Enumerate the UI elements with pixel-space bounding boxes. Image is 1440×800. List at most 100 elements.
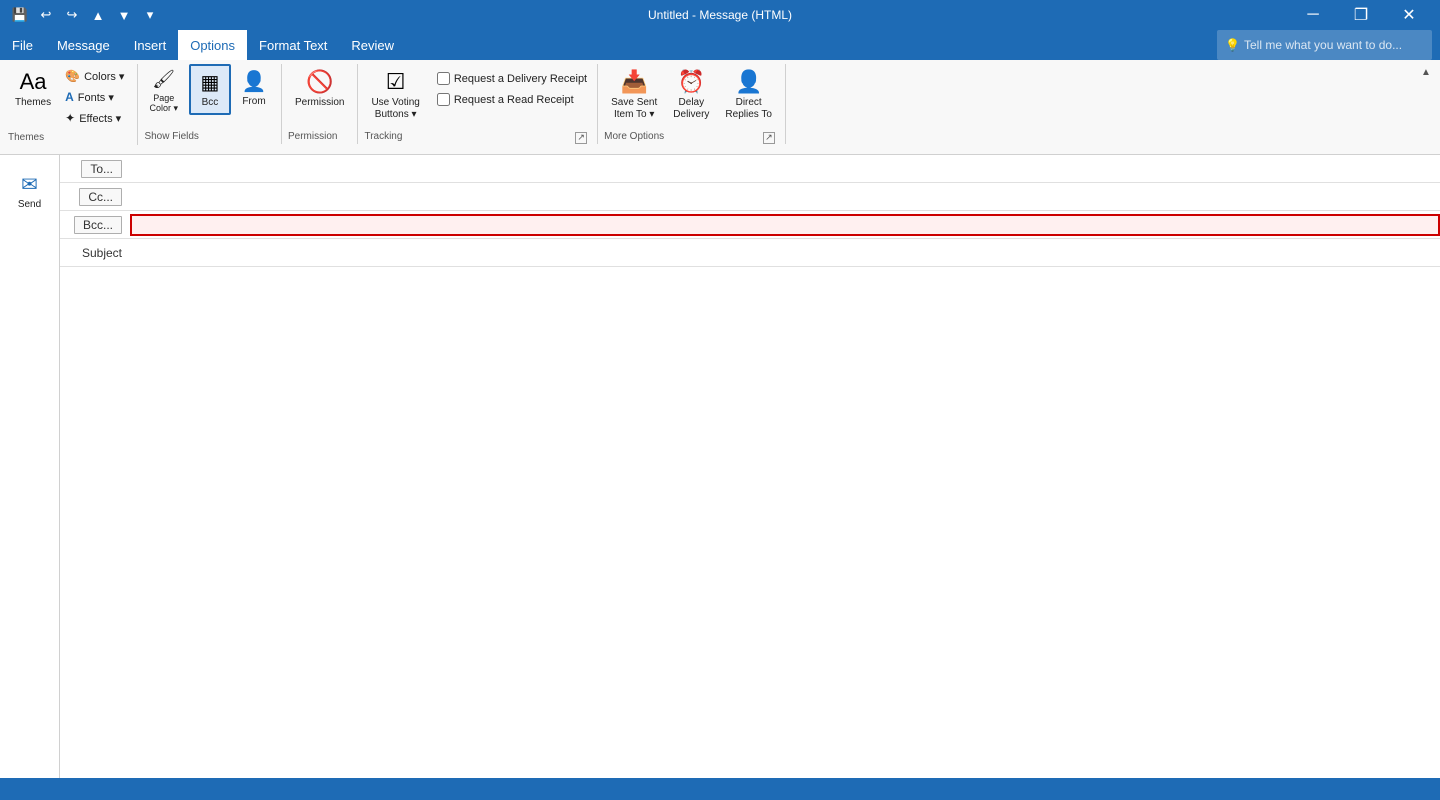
read-receipt-row[interactable]: Request a Read Receipt xyxy=(433,91,591,108)
voting-label: Use VotingButtons ▾ xyxy=(371,97,419,121)
delivery-receipt-row[interactable]: Request a Delivery Receipt xyxy=(433,70,591,87)
window-controls: ─ ❐ ✕ xyxy=(1290,0,1432,30)
direct-replies-label: DirectReplies To xyxy=(725,97,772,121)
permission-button[interactable]: 🚫 Permission xyxy=(288,64,351,114)
from-icon: 👤 xyxy=(242,69,267,94)
lightbulb-icon: 💡 xyxy=(1225,38,1240,52)
direct-replies-button[interactable]: 👤 DirectReplies To xyxy=(718,64,779,126)
send-button[interactable]: ✉ Send xyxy=(11,163,48,219)
customize-qa-button[interactable]: ▾ xyxy=(138,3,162,27)
cc-label-container: Cc... xyxy=(60,188,130,206)
delivery-receipt-label: Request a Delivery Receipt xyxy=(454,73,587,85)
tell-me-input[interactable] xyxy=(1244,38,1424,52)
bcc-icon: ▦ xyxy=(201,70,220,95)
save-sent-icon: 📥 xyxy=(621,69,648,95)
themes-icon: Aa xyxy=(20,69,47,95)
tell-me-bar: 💡 xyxy=(1217,30,1432,60)
menu-message[interactable]: Message xyxy=(45,30,122,60)
send-down-qa-button[interactable]: ▼ xyxy=(112,3,136,27)
compose-left-panel: ✉ Send xyxy=(0,155,60,778)
themes-label: Themes xyxy=(15,97,51,109)
bcc-label-button[interactable]: Bcc... xyxy=(74,216,122,234)
tracking-group-label: Tracking xyxy=(364,131,402,144)
show-fields-group-footer: Show Fields xyxy=(144,131,275,144)
show-fields-content: 🖌 PageColor ▾ ▦ Bcc 👤 From xyxy=(144,64,275,131)
bcc-row: Bcc... xyxy=(60,211,1440,239)
ribbon: Aa Themes 🎨 Colors ▾ A Fonts ▾ ✦ Effects… xyxy=(0,60,1440,155)
from-label: From xyxy=(242,96,265,108)
ribbon-collapse-button[interactable]: ▲ xyxy=(1416,62,1436,82)
bcc-button[interactable]: ▦ Bcc xyxy=(189,64,231,115)
permission-group-footer: Permission xyxy=(288,131,351,144)
send-up-qa-button[interactable]: ▲ xyxy=(86,3,110,27)
close-button[interactable]: ✕ xyxy=(1386,0,1432,30)
menu-options[interactable]: Options xyxy=(178,30,247,60)
undo-qa-button[interactable]: ↩ xyxy=(34,3,58,27)
window-title: Untitled - Message (HTML) xyxy=(648,8,792,22)
send-icon: ✉ xyxy=(21,172,38,197)
more-options-group-footer: More Options ↗ xyxy=(604,131,779,144)
title-bar-left: 💾 ↩ ↪ ▲ ▼ ▾ xyxy=(8,3,162,27)
themes-button[interactable]: Aa Themes xyxy=(8,64,58,114)
read-receipt-label: Request a Read Receipt xyxy=(454,94,574,106)
redo-qa-button[interactable]: ↪ xyxy=(60,3,84,27)
page-color-button[interactable]: 🖌 PageColor ▾ xyxy=(144,66,183,117)
fonts-label: Fonts ▾ xyxy=(78,91,114,104)
delay-delivery-label: DelayDelivery xyxy=(673,97,709,121)
menu-file[interactable]: File xyxy=(0,30,45,60)
effects-icon: ✦ xyxy=(65,111,75,125)
effects-button[interactable]: ✦ Effects ▾ xyxy=(60,108,129,128)
save-sent-label: Save SentItem To ▾ xyxy=(611,97,657,121)
read-receipt-checkbox[interactable] xyxy=(437,93,450,106)
themes-group-label: Themes xyxy=(8,132,44,145)
to-label-button[interactable]: To... xyxy=(81,160,122,178)
show-fields-label: Show Fields xyxy=(144,131,198,144)
to-label-container: To... xyxy=(60,160,130,178)
save-qa-button[interactable]: 💾 xyxy=(8,3,32,27)
fonts-button[interactable]: A Fonts ▾ xyxy=(60,87,129,107)
save-sent-button[interactable]: 📥 Save SentItem To ▾ xyxy=(604,64,664,126)
more-options-launcher[interactable]: ↗ xyxy=(763,132,775,144)
voting-icon: ☑ xyxy=(386,69,406,95)
page-color-icon: 🖌 xyxy=(152,69,175,90)
subject-label: Subject xyxy=(60,246,130,260)
send-label: Send xyxy=(18,199,41,210)
from-button[interactable]: 👤 From xyxy=(233,64,275,113)
delivery-receipt-checkbox[interactable] xyxy=(437,72,450,85)
bcc-input[interactable] xyxy=(130,214,1440,236)
bcc-label-container: Bcc... xyxy=(60,216,130,234)
permission-content: 🚫 Permission xyxy=(288,64,351,131)
subject-input[interactable] xyxy=(130,244,1440,262)
colors-button[interactable]: 🎨 Colors ▾ xyxy=(60,66,129,86)
title-bar: 💾 ↩ ↪ ▲ ▼ ▾ Untitled - Message (HTML) ─ … xyxy=(0,0,1440,30)
menu-format-text[interactable]: Format Text xyxy=(247,30,339,60)
status-bar xyxy=(0,778,1440,800)
permission-group-label: Permission xyxy=(288,131,337,144)
page-color-label: PageColor ▾ xyxy=(149,94,178,114)
menu-insert[interactable]: Insert xyxy=(122,30,179,60)
compose-area: ✉ Send To... Cc... Bcc... Subje xyxy=(0,155,1440,778)
more-options-content: 📥 Save SentItem To ▾ ⏰ DelayDelivery 👤 D… xyxy=(604,64,779,131)
cc-input[interactable] xyxy=(130,188,1440,206)
tracking-checkboxes: Request a Delivery Receipt Request a Rea… xyxy=(433,70,591,108)
to-input[interactable] xyxy=(130,160,1440,178)
themes-group-footer: Themes xyxy=(8,132,129,145)
delay-delivery-button[interactable]: ⏰ DelayDelivery xyxy=(666,64,716,126)
cc-label-button[interactable]: Cc... xyxy=(79,188,122,206)
permission-label: Permission xyxy=(295,97,344,109)
colors-label: Colors ▾ xyxy=(84,70,124,83)
subject-row: Subject xyxy=(60,239,1440,267)
direct-replies-icon: 👤 xyxy=(735,69,762,95)
ribbon-group-more-options: 📥 Save SentItem To ▾ ⏰ DelayDelivery 👤 D… xyxy=(598,64,786,144)
minimize-button[interactable]: ─ xyxy=(1290,0,1336,30)
quick-access-toolbar: 💾 ↩ ↪ ▲ ▼ ▾ xyxy=(8,3,162,27)
use-voting-button[interactable]: ☑ Use VotingButtons ▾ xyxy=(364,64,426,126)
menu-review[interactable]: Review xyxy=(339,30,406,60)
tracking-launcher[interactable]: ↗ xyxy=(575,132,587,144)
themes-small-col: 🎨 Colors ▾ A Fonts ▾ ✦ Effects ▾ xyxy=(60,66,129,128)
message-body[interactable] xyxy=(60,267,1440,778)
ribbon-group-themes: Aa Themes 🎨 Colors ▾ A Fonts ▾ ✦ Effects… xyxy=(4,64,138,145)
restore-button[interactable]: ❐ xyxy=(1338,0,1384,30)
delay-delivery-icon: ⏰ xyxy=(678,69,705,95)
cc-row: Cc... xyxy=(60,183,1440,211)
